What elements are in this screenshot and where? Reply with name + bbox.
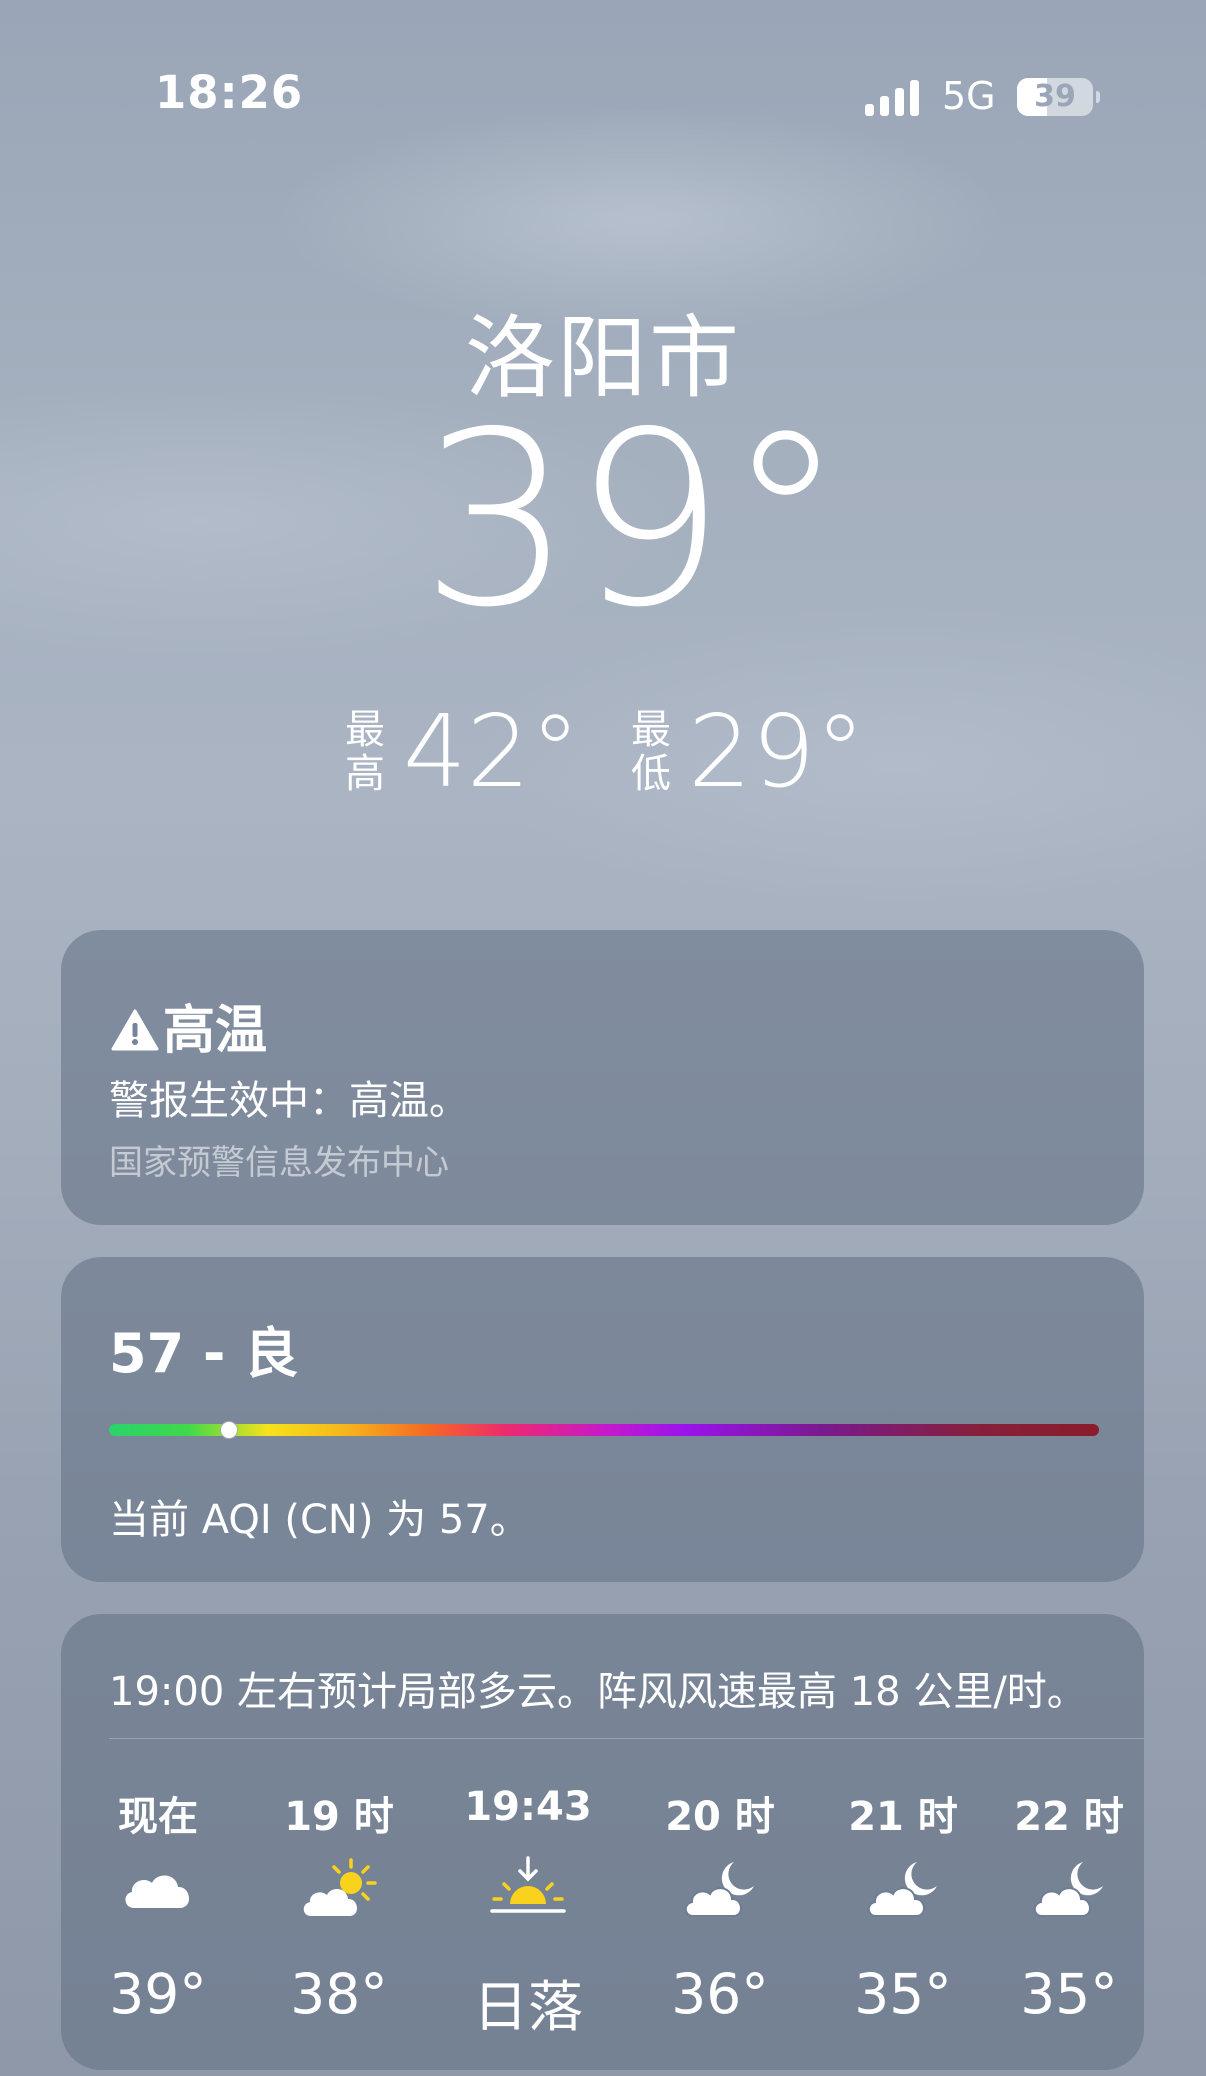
high-label: 最高 (345, 707, 385, 797)
hour-label: 19 时 (284, 1794, 394, 1840)
battery-percentage: 39 (1034, 79, 1076, 114)
aqi-title: 57 - 良 (109, 1322, 299, 1385)
hourly-item: 21 时 35° (828, 1764, 978, 2064)
alert-title: 高温 (111, 988, 267, 1065)
low-label: 最低 (631, 707, 671, 797)
alert-body: 警报生效中：高温。 (109, 1078, 469, 1124)
cloud-icon (118, 1856, 198, 1922)
divider (109, 1738, 1144, 1739)
battery-icon: 39 (1017, 78, 1093, 116)
hourly-item: 19 时 38° (264, 1764, 414, 2064)
hourly-summary: 19:00 左右预计局部多云。阵风风速最高 18 公里/时。 (109, 1669, 1087, 1715)
signal-strength-icon (865, 76, 925, 116)
weather-alert-card[interactable]: 高温 警报生效中：高温。 国家预警信息发布中心 (61, 930, 1144, 1225)
hour-label: 21 时 (848, 1794, 958, 1840)
warning-triangle-icon (111, 1005, 159, 1065)
hour-temperature: 35° (854, 1962, 952, 2026)
hour-temperature: 35° (1020, 1962, 1118, 2026)
partly-cloudy-night-icon (680, 1856, 760, 1922)
hourly-item: 22 时 35° (994, 1764, 1144, 2064)
partly-cloudy-night-icon (863, 1856, 943, 1922)
high-temperature: 42° (403, 693, 581, 810)
alert-source: 国家预警信息发布中心 (109, 1143, 449, 1183)
current-temperature: 39° (0, 400, 1206, 640)
status-bar: 18:26 5G 39 (0, 0, 1206, 200)
battery-tip (1096, 91, 1100, 103)
hourly-item: 20 时 36° (645, 1764, 795, 2064)
high-low-temperatures: 最高 42° 最低 29° (0, 693, 1206, 810)
network-type: 5G (942, 74, 996, 118)
hourly-item: 19:43 日落 (453, 1764, 603, 2064)
hourly-forecast-card[interactable]: 19:00 左右预计局部多云。阵风风速最高 18 公里/时。 现在 39° 19… (61, 1614, 1144, 2070)
aqi-scale-bar (109, 1421, 1099, 1439)
sunset-icon (488, 1856, 568, 1922)
hour-temperature: 36° (671, 1962, 769, 2026)
hour-label: 现在 (118, 1794, 198, 1840)
hour-temperature: 38° (290, 1962, 388, 2026)
hour-temperature: 39° (109, 1962, 207, 2026)
hour-label: 20 时 (665, 1794, 775, 1840)
hour-temperature: 日落 (472, 1975, 583, 2039)
current-temperature-value: 39° (420, 380, 846, 660)
aqi-indicator-dot (219, 1421, 238, 1439)
alert-title-text: 高温 (163, 1001, 268, 1061)
low-temperature: 29° (688, 693, 866, 810)
partly-cloudy-night-icon (1029, 1856, 1109, 1922)
aqi-description: 当前 AQI (CN) 为 57。 (109, 1497, 530, 1543)
status-time: 18:26 (155, 66, 304, 119)
air-quality-card[interactable]: 57 - 良 当前 AQI (CN) 为 57。 (61, 1257, 1144, 1582)
hour-label: 19:43 (464, 1784, 592, 1830)
hourly-item: 现在 39° (83, 1764, 233, 2064)
partly-sunny-icon (299, 1856, 379, 1922)
hour-label: 22 时 (1014, 1794, 1124, 1840)
